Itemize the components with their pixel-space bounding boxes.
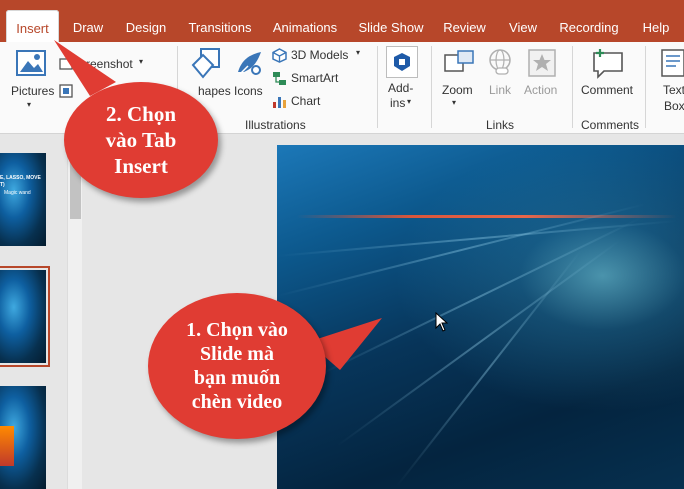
tab-view[interactable]: View — [503, 9, 543, 42]
chart-button[interactable]: Chart — [291, 94, 320, 108]
icons-icon[interactable] — [234, 48, 264, 78]
tab-slide-show[interactable]: Slide Show — [355, 9, 427, 42]
tab-transitions[interactable]: Transitions — [183, 9, 257, 42]
thumbnail-text-1: E, LASSO, MOVE — [0, 175, 41, 181]
chevron-down-icon: ▾ — [27, 100, 32, 109]
shapes-icon[interactable] — [189, 47, 221, 81]
callout-line: bạn muốn — [193, 367, 281, 389]
divider — [431, 46, 432, 128]
link-button[interactable]: Link — [489, 83, 511, 97]
tab-help[interactable]: Help — [636, 9, 676, 42]
thumbnail-text-2: T) — [0, 182, 5, 188]
pictures-icon[interactable] — [16, 48, 46, 78]
tab-design[interactable]: Design — [120, 9, 172, 42]
callout-line: Insert — [114, 154, 168, 178]
chevron-down-icon: ▾ — [452, 98, 457, 107]
smartart-button[interactable]: SmartArt — [291, 71, 338, 85]
ribbon-tab-bar: Insert Draw Design Transitions Animation… — [0, 0, 684, 43]
mouse-cursor-icon — [435, 312, 449, 332]
add-ins-label-1: Add- — [388, 81, 414, 95]
store-icon — [394, 53, 410, 71]
chevron-down-icon: ▾ — [139, 57, 144, 66]
link-icon[interactable] — [486, 48, 514, 78]
divider — [645, 46, 646, 128]
chart-icon[interactable] — [272, 94, 287, 109]
slide-thumbnail-2-selected[interactable] — [0, 266, 50, 367]
pictures-button[interactable]: Pictures — [11, 84, 54, 98]
chevron-down-icon: ▾ — [407, 97, 412, 106]
slide-light-ray — [277, 220, 676, 257]
add-ins-label-2: ins — [390, 96, 406, 110]
slide-red-line — [297, 215, 677, 218]
callout-line: vào Tab — [105, 128, 177, 152]
callout-select-slide: 1. Chọn vào Slide mà bạn muốn chèn video — [148, 293, 326, 439]
action-button[interactable]: Action — [524, 83, 557, 97]
divider — [377, 46, 378, 128]
action-icon[interactable] — [528, 49, 556, 77]
chevron-down-icon: ▾ — [356, 48, 361, 57]
callout-line: Slide mà — [200, 343, 274, 365]
powerpoint-window: Insert Draw Design Transitions Animation… — [0, 0, 684, 489]
callout-insert-tab: 2. Chọn vào Tab Insert — [64, 82, 218, 198]
text-box-label-1[interactable]: Text — [663, 83, 684, 97]
comments-group-label: Comments — [581, 118, 640, 132]
callout-line: 1. Chọn vào — [186, 319, 288, 341]
illustrations-group-label: Illustrations — [245, 118, 306, 132]
shapes-button[interactable]: hapes — [198, 84, 231, 98]
thumbnail-shape — [0, 426, 14, 466]
comment-button[interactable]: Comment — [581, 83, 633, 97]
comment-icon[interactable] — [592, 47, 624, 79]
3d-models-icon[interactable] — [272, 48, 287, 63]
smartart-icon[interactable] — [272, 71, 287, 86]
divider — [572, 46, 573, 128]
callout-line: 2. Chọn — [105, 102, 177, 126]
icons-button[interactable]: Icons — [234, 84, 263, 98]
slide-thumbnail-3[interactable] — [0, 386, 46, 489]
tab-recording[interactable]: Recording — [553, 9, 625, 42]
text-box-icon[interactable] — [661, 49, 684, 77]
links-group-label: Links — [486, 118, 515, 132]
callout-line: chèn video — [191, 391, 283, 413]
thumbnail-scrollbar[interactable] — [67, 135, 82, 489]
zoom-button[interactable]: Zoom — [442, 83, 473, 97]
zoom-icon[interactable] — [444, 50, 474, 76]
text-box-label-2: Box — [664, 99, 684, 113]
thumbnail-text-3: Magic wand — [4, 190, 31, 196]
slide-thumbnail-1[interactable]: E, LASSO, MOVE T) Magic wand — [0, 153, 46, 246]
slide-light-ray — [396, 248, 583, 487]
tab-review[interactable]: Review — [437, 9, 492, 42]
3d-models-button[interactable]: 3D Models — [291, 48, 348, 62]
tab-animations[interactable]: Animations — [266, 9, 344, 42]
